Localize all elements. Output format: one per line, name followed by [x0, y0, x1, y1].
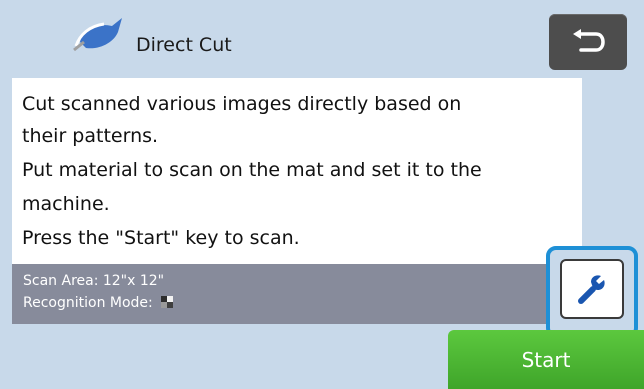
wrench-icon [578, 275, 605, 304]
recognition-mode-row: Recognition Mode: [23, 294, 174, 312]
message-line: machine. [22, 193, 110, 215]
message-panel: Cut scanned various images directly base… [12, 78, 582, 264]
back-arrow-icon [573, 29, 605, 52]
grayscale-pattern-icon [161, 296, 174, 308]
direct-cut-icon [70, 12, 128, 56]
settings-button[interactable] [560, 259, 624, 319]
message-line: Put material to scan on the mat and set … [22, 159, 482, 181]
back-button[interactable] [549, 14, 627, 70]
scan-area-label: Scan Area: 12"x 12" [23, 273, 165, 289]
page-title: Direct Cut [136, 34, 232, 56]
scan-info-bar: Scan Area: 12"x 12" Recognition Mode: [12, 264, 546, 324]
start-button[interactable]: Start [448, 330, 644, 389]
message-line: Cut scanned various images directly base… [22, 93, 462, 115]
message-line: their patterns. [22, 125, 159, 147]
message-line: Press the "Start" key to scan. [22, 227, 300, 249]
direct-cut-screen: Direct Cut Cut scanned various images di… [0, 0, 644, 389]
recognition-mode-label: Recognition Mode: [23, 295, 153, 311]
